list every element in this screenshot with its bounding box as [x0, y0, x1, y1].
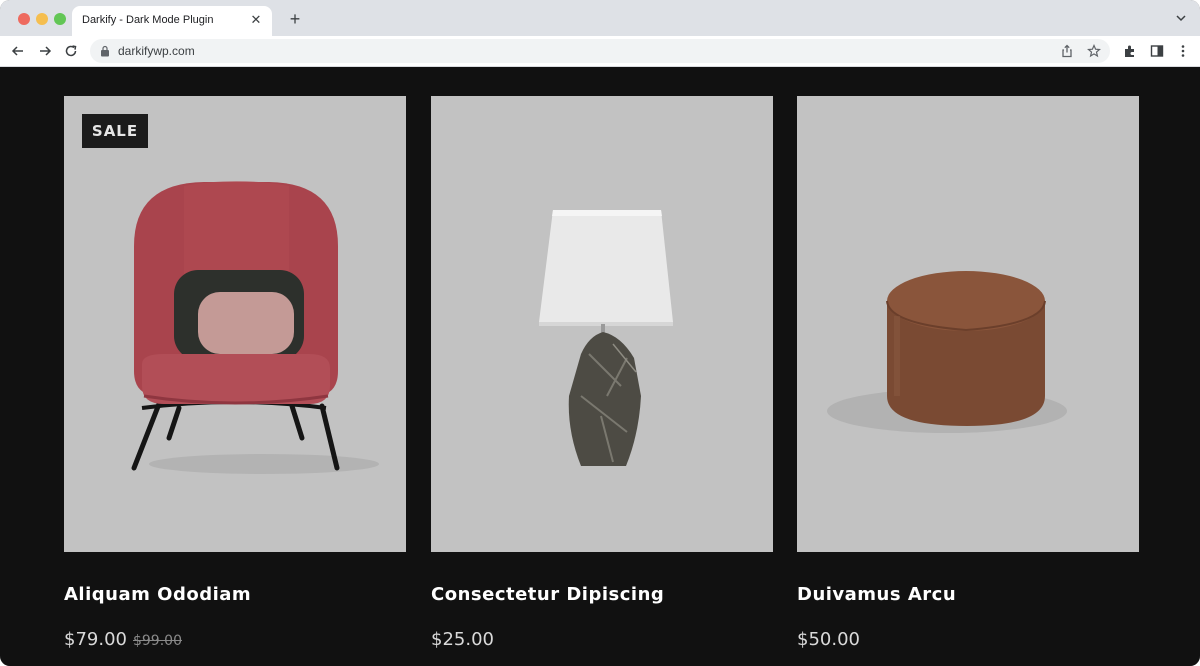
star-icon[interactable]: [1087, 44, 1101, 58]
product-title[interactable]: Aliquam Ododiam: [64, 584, 251, 605]
maximize-window-button[interactable]: [54, 13, 66, 25]
current-price: $25.00: [431, 629, 494, 650]
browser-toolbar: darkifywp.com: [0, 36, 1200, 67]
product-image[interactable]: [797, 96, 1139, 552]
address-bar[interactable]: darkifywp.com: [90, 39, 1110, 63]
forward-arrow-icon[interactable]: [37, 43, 53, 59]
page-content: SALE Aliquam Ododiam $79.00 $99.00 Conse…: [0, 67, 1200, 666]
side-panel-icon[interactable]: [1150, 44, 1164, 58]
tab-title: Darkify - Dark Mode Plugin: [82, 14, 214, 26]
product-title[interactable]: Duivamus Arcu: [797, 584, 956, 605]
minimize-window-button[interactable]: [36, 13, 48, 25]
product-title[interactable]: Consectetur Dipiscing: [431, 584, 664, 605]
lock-icon: [101, 45, 109, 57]
reload-icon[interactable]: [63, 43, 79, 59]
product-card[interactable]: Consectetur Dipiscing $25.00: [431, 96, 773, 650]
brown-pouf-image: [827, 271, 1067, 433]
old-price: $99.00: [132, 633, 182, 649]
product-card[interactable]: SALE Aliquam Ododiam $79.00 $99.00: [64, 96, 406, 650]
close-icon[interactable]: ✕: [248, 12, 264, 28]
product-image[interactable]: SALE: [64, 96, 406, 552]
more-menu-icon[interactable]: [1176, 44, 1190, 58]
share-icon[interactable]: [1060, 44, 1074, 58]
chevron-down-icon[interactable]: [1174, 11, 1188, 25]
current-price: $79.00: [64, 629, 127, 650]
url-text: darkifywp.com: [118, 44, 195, 58]
current-price: $50.00: [797, 629, 860, 650]
sale-badge: SALE: [82, 114, 148, 148]
product-price: $79.00 $99.00: [64, 629, 182, 650]
product-card[interactable]: Duivamus Arcu $50.00: [797, 96, 1139, 650]
browser-window: Darkify - Dark Mode Plugin ✕ + darkifywp…: [0, 0, 1200, 666]
marble-table-lamp-image: [539, 210, 673, 466]
product-price: $50.00: [797, 629, 860, 650]
product-price: $25.00: [431, 629, 494, 650]
close-window-button[interactable]: [18, 13, 30, 25]
tab-strip: Darkify - Dark Mode Plugin ✕ +: [0, 0, 1200, 36]
extensions-icon[interactable]: [1123, 44, 1137, 58]
browser-tab[interactable]: Darkify - Dark Mode Plugin ✕: [72, 6, 272, 36]
back-arrow-icon[interactable]: [10, 43, 26, 59]
plus-icon[interactable]: +: [286, 10, 304, 28]
product-image[interactable]: [431, 96, 773, 552]
red-armchair-image: [131, 181, 379, 474]
